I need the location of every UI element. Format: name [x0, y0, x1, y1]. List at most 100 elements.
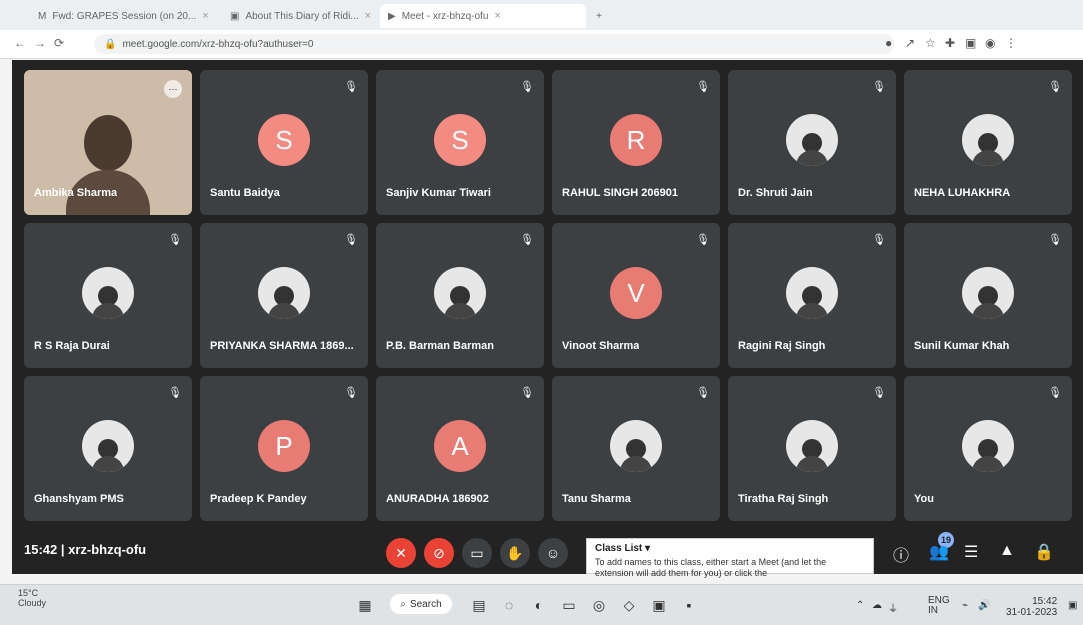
avatar-letter: P	[258, 420, 310, 472]
avatar-photo	[786, 114, 838, 166]
mic-toggle-button[interactable]: ✕	[386, 538, 416, 568]
participant-tile[interactable]: 🎙 Tanu Sharma	[552, 376, 720, 521]
close-icon[interactable]: ×	[365, 10, 371, 22]
host-controls-icon[interactable]: 🔒	[1034, 542, 1054, 562]
avatar-body	[444, 303, 476, 319]
people-icon[interactable]: 👥	[929, 542, 949, 562]
star-icon[interactable]: ☆	[925, 36, 936, 50]
close-icon[interactable]: ×	[494, 10, 500, 22]
participant-name: Sanjiv Kumar Tiwari	[386, 187, 491, 199]
participant-tile[interactable]: 🎙 PRIYANKA SHARMA 1869...	[200, 223, 368, 368]
participant-tile[interactable]: 🎙 NEHA LUHAKHRA	[904, 70, 1072, 215]
mic-muted-icon: 🎙	[872, 387, 886, 399]
emoji-icon: ☺	[545, 545, 561, 561]
cloud-icon[interactable]: ☁	[872, 600, 882, 611]
participant-tile[interactable]: S 🎙 Santu Baidya	[200, 70, 368, 215]
start-icon[interactable]: ▦	[356, 596, 374, 614]
participant-tile[interactable]: 🎙 Sunil Kumar Khah	[904, 223, 1072, 368]
participant-name: PRIYANKA SHARMA 1869...	[210, 340, 354, 352]
participant-tile[interactable]: 🎙 R S Raja Durai	[24, 223, 192, 368]
notifications-icon[interactable]: ▣	[1068, 600, 1077, 611]
participant-tile[interactable]: ⋯ Ambika Sharma	[24, 70, 192, 215]
captions-button[interactable]: ▭	[462, 538, 492, 568]
extensions-icon[interactable]: ✚	[945, 36, 955, 50]
share-icon[interactable]: ↗	[905, 36, 915, 50]
tray-chevron-icon[interactable]: ⌃	[856, 600, 864, 611]
meeting-info: 15:42 | xrz-bhzq-ofu	[24, 542, 147, 557]
participant-name: Sunil Kumar Khah	[914, 340, 1010, 352]
participant-tile[interactable]: 🎙 You	[904, 376, 1072, 521]
address-bar-row: ← → ⟳ 🔒 meet.google.com/xrz-bhzq-ofu?auth…	[0, 30, 1083, 59]
tab-diary[interactable]: ▣ About This Diary of Ridi... ×	[222, 4, 388, 28]
emoji-button[interactable]: ☺	[538, 538, 568, 568]
info-icon[interactable]: ⓘ	[893, 542, 909, 566]
gmail-icon: M	[38, 10, 47, 22]
mic-muted-icon: 🎙	[520, 81, 534, 93]
avatar-body	[796, 456, 828, 472]
participant-tile[interactable]: 🎙 Tiratha Raj Singh	[728, 376, 896, 521]
mic-muted-icon: 🎙	[168, 387, 182, 399]
browser-tabstrip: M Fwd: GRAPES Session (on 20... × ▣ About T…	[0, 0, 1083, 31]
pdf-icon[interactable]: ▣	[650, 596, 668, 614]
activities-icon[interactable]: ▲	[999, 542, 1015, 560]
participant-name: Tanu Sharma	[562, 493, 631, 505]
participant-tile[interactable]: P 🎙 Pradeep K Pandey	[200, 376, 368, 521]
mic-muted-icon: 🎙	[1048, 81, 1062, 93]
participant-tile[interactable]: S 🎙 Sanjiv Kumar Tiwari	[376, 70, 544, 215]
class-list-title[interactable]: Class List ▾	[595, 543, 650, 554]
profile-icon[interactable]: ◉	[985, 36, 995, 50]
camera-icon[interactable]: ●	[885, 36, 892, 50]
mic-off-icon: ✕	[395, 544, 407, 561]
camera-toggle-button[interactable]: ⊘	[424, 538, 454, 568]
participant-name: Ghanshyam PMS	[34, 493, 124, 505]
app-icon[interactable]: ◇	[620, 596, 638, 614]
participant-name: R S Raja Durai	[34, 340, 110, 352]
reload-icon[interactable]: ⟳	[54, 36, 64, 50]
taskbar-search[interactable]: ⌕ Search	[390, 594, 452, 614]
tab-gmail[interactable]: M Fwd: GRAPES Session (on 20... ×	[30, 4, 226, 28]
chrome-icon[interactable]: ◎	[590, 596, 608, 614]
participant-tile[interactable]: R 🎙 RAHUL SINGH 206901	[552, 70, 720, 215]
mic-muted-icon: 🎙	[696, 387, 710, 399]
usb-icon[interactable]: ⏚	[888, 600, 898, 615]
hand-icon: ✋	[506, 544, 524, 561]
avatar-photo	[82, 267, 134, 319]
app2-icon[interactable]: ▪	[680, 596, 698, 614]
mic-muted-icon: 🎙	[168, 234, 182, 246]
browser-icon[interactable]: ◐	[530, 596, 548, 614]
chat-icon[interactable]: ☰	[964, 542, 978, 562]
participant-tile[interactable]: A 🎙 ANURADHA 186902	[376, 376, 544, 521]
participant-name: Pradeep K Pandey	[210, 493, 307, 505]
language-indicator[interactable]: ENG IN	[928, 596, 950, 616]
avatar-body	[92, 456, 124, 472]
volume-icon[interactable]: 🔊	[978, 600, 990, 611]
participant-name: Ambika Sharma	[34, 187, 118, 199]
participant-tile[interactable]: 🎙 Ragini Raj Singh	[728, 223, 896, 368]
network-icon[interactable]: ⌁	[962, 600, 968, 611]
file-explorer-icon[interactable]: ▭	[560, 596, 578, 614]
sidepanel-icon[interactable]: ▣	[965, 36, 976, 50]
close-icon[interactable]: ×	[202, 10, 208, 22]
more-options-icon[interactable]: ⋯	[164, 80, 182, 98]
participant-tile[interactable]: 🎙 P.B. Barman Barman	[376, 223, 544, 368]
meet-icon: ▶	[388, 10, 396, 22]
weather-widget[interactable]: 15°C Cloudy	[18, 588, 46, 608]
new-tab-button[interactable]: +	[582, 4, 616, 28]
avatar-photo	[786, 267, 838, 319]
back-icon[interactable]: ←	[14, 36, 26, 50]
mic-muted-icon: 🎙	[520, 387, 534, 399]
address-bar[interactable]: 🔒 meet.google.com/xrz-bhzq-ofu?authuser=0	[94, 34, 894, 54]
forward-icon[interactable]: →	[34, 36, 46, 50]
tab-meet[interactable]: ▶ Meet - xrz-bhzq-ofu ×	[380, 4, 586, 28]
chat-app-icon[interactable]: ◌	[500, 596, 518, 614]
participant-name: Tiratha Raj Singh	[738, 493, 829, 505]
system-clock[interactable]: 15:42 31-01-2023	[1006, 596, 1057, 618]
participant-tile[interactable]: V 🎙 Vinoot Sharma	[552, 223, 720, 368]
avatar-body	[972, 303, 1004, 319]
participant-tile[interactable]: 🎙 Dr. Shruti Jain	[728, 70, 896, 215]
task-view-icon[interactable]: ▤	[470, 596, 488, 614]
raise-hand-button[interactable]: ✋	[500, 538, 530, 568]
avatar-letter: S	[434, 114, 486, 166]
menu-icon[interactable]: ⋮	[1005, 36, 1017, 50]
participant-tile[interactable]: 🎙 Ghanshyam PMS	[24, 376, 192, 521]
